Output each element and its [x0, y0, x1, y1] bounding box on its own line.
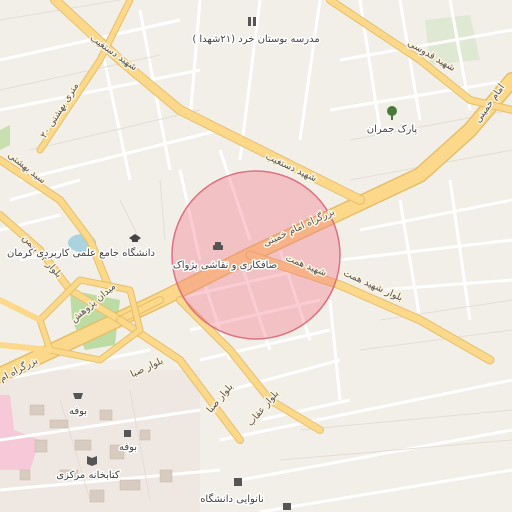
- poi-bakery2-label: بوفه: [119, 442, 137, 453]
- highlight-circle[interactable]: [171, 170, 341, 340]
- poi-bakery3-label: نانوایی دانشگاه: [200, 493, 264, 505]
- poi-park-label: پارک جمران: [367, 124, 418, 135]
- poi-carwash-label: صافکاری و نقاشی پژواک: [173, 260, 277, 271]
- poi-school-label: مدرسه بوستان خرد (۲۱شهدا ): [192, 34, 319, 45]
- poi-library-label: کتابخانه مرکزی: [56, 470, 120, 481]
- map-canvas[interactable]: بزرگراه امام خمینی بزرگراه ام امام خمینی…: [0, 0, 512, 512]
- poi-marker-south[interactable]: [283, 503, 291, 510]
- poi-bakery1-label: بوفه: [69, 406, 87, 417]
- building-icon: [283, 503, 291, 510]
- map-view[interactable]: بزرگراه امام خمینی بزرگراه ام امام خمینی…: [0, 0, 512, 512]
- bakery-icon: [234, 478, 242, 486]
- cup-icon: [124, 430, 131, 437]
- poi-university-label: دانشگاه جامع علمی کاربردی کرمان: [7, 247, 155, 259]
